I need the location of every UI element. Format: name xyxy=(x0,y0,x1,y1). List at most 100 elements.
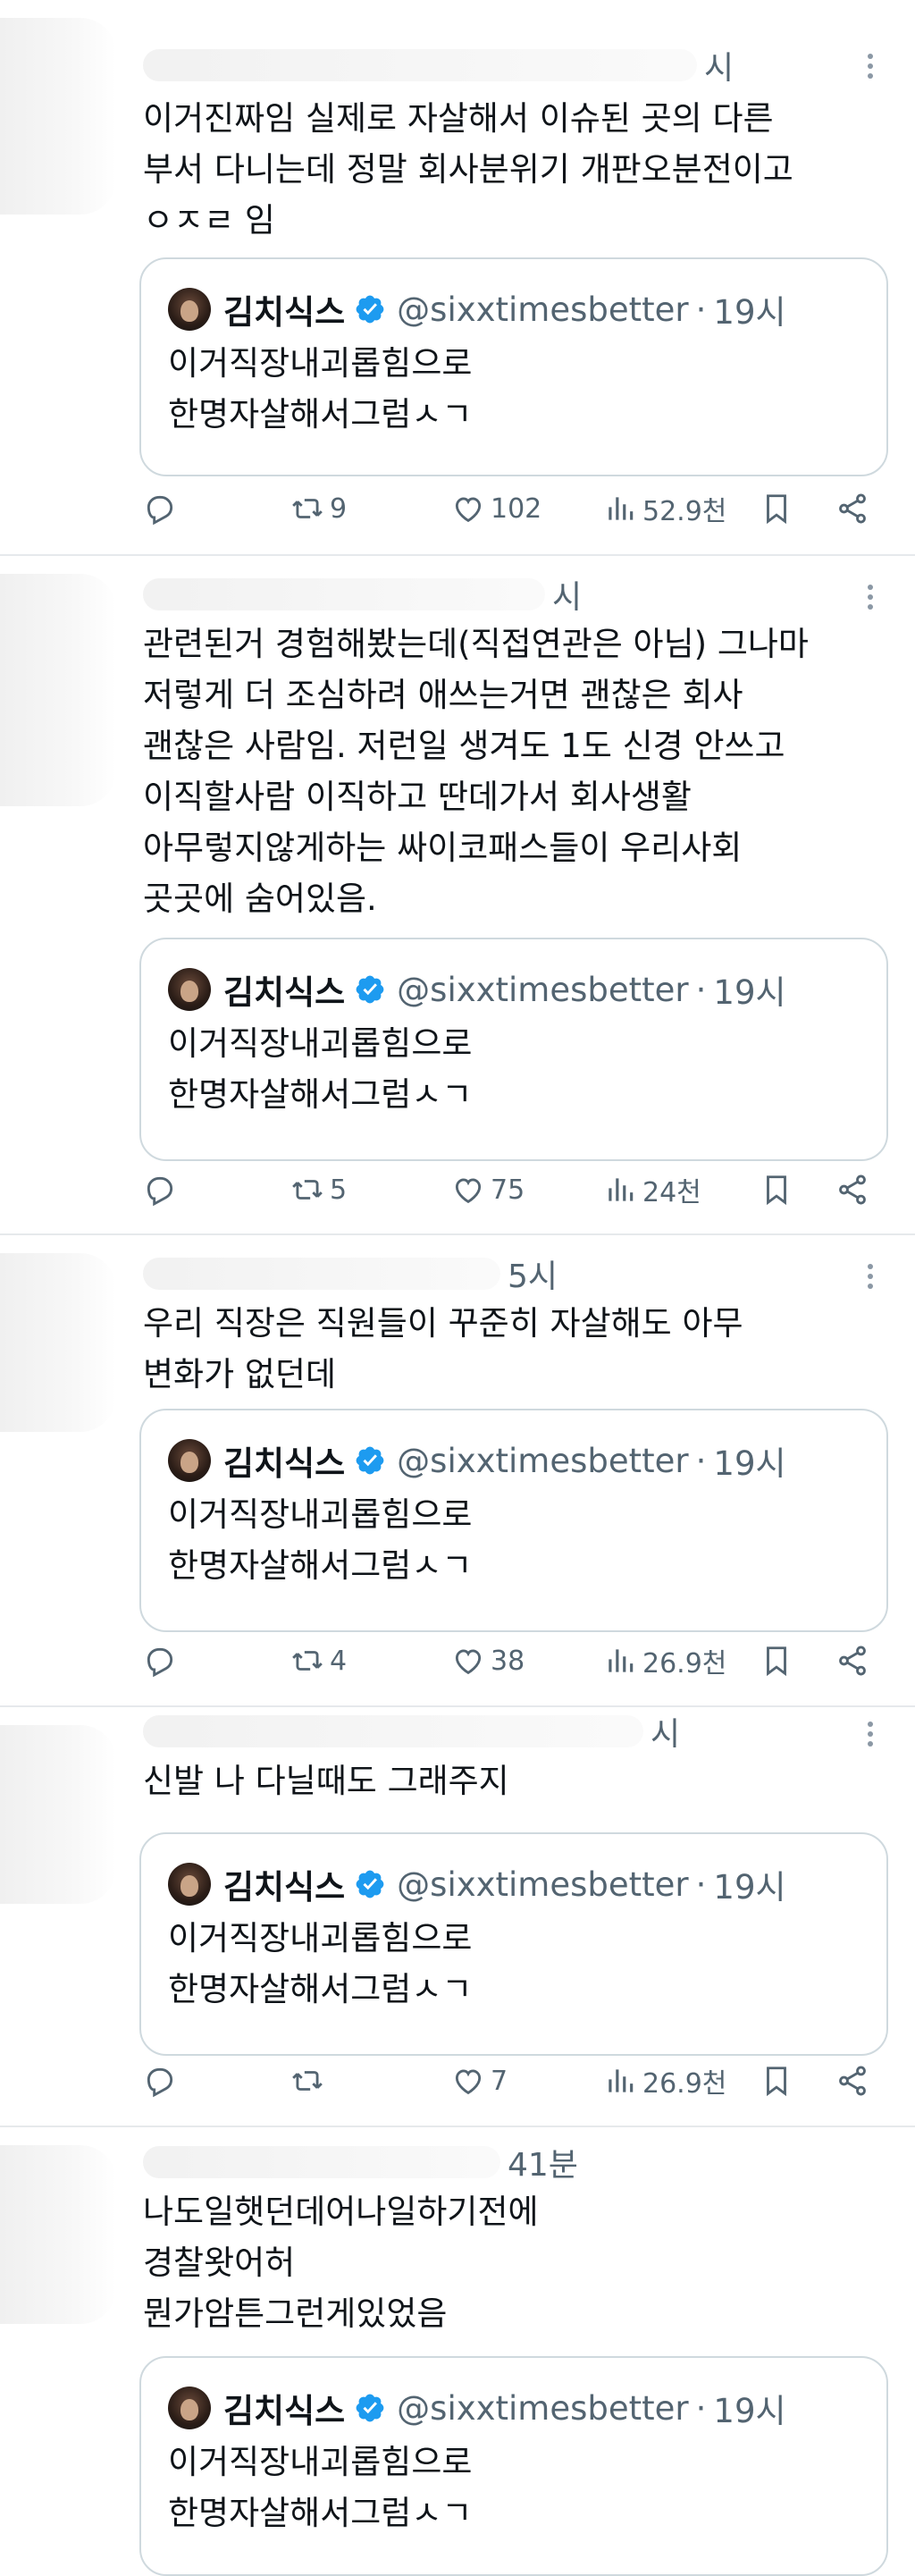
view-count: 24천 xyxy=(642,1177,701,1208)
quoted-header: 김치식스 @sixxtimesbetter · 19시 xyxy=(168,1437,786,1484)
like-button[interactable]: 38 xyxy=(451,1637,525,1684)
like-button[interactable]: 75 xyxy=(451,1166,525,1213)
quoted-text: 이거직장내괴롭힘으로 한명자살해서그럼ㅅㄱ xyxy=(168,1919,473,2008)
verified-badge-icon xyxy=(356,2394,384,2422)
separator-dot: · xyxy=(695,2388,707,2428)
tweet-text: 나도일햇던데어나일하기전에 경찰왓어허 뭔가암튼그런게있었음 xyxy=(143,2193,539,2333)
verified-badge-icon xyxy=(356,295,384,324)
quoted-tweet[interactable]: 김치식스 @sixxtimesbetter · 19시 이거직장내괴롭힘으로 한… xyxy=(139,1409,888,1632)
avatar[interactable] xyxy=(0,2145,116,2324)
retweet-button[interactable]: 9 xyxy=(290,485,347,532)
share-button[interactable] xyxy=(835,485,875,532)
action-bar: 5 75 24천 xyxy=(143,1166,876,1213)
reply-tweet[interactable]: 시 관련된거 경험해봤는데(직접연관은 아님) 그나마 저렇게 더 조심하려 애… xyxy=(0,554,915,1233)
reply-button[interactable] xyxy=(143,485,182,532)
action-bar: 4 38 26.9천 xyxy=(143,1637,876,1684)
quoted-tweet[interactable]: 김치식스 @sixxtimesbetter · 19시 이거직장내괴롭힘으로 한… xyxy=(139,257,888,476)
quoted-name: 김치식스 xyxy=(223,973,346,1012)
like-count: 75 xyxy=(491,1174,525,1206)
quoted-handle: @sixxtimesbetter xyxy=(397,1441,689,1480)
tweet-text: 신발 나 다닐때도 그래주지 xyxy=(143,1762,509,1800)
reply-feed: 시 이거진짜임 실제로 자살해서 이슈된 곳의 다른 부서 다니는데 정말 회사… xyxy=(0,0,915,2576)
quoted-name: 김치식스 xyxy=(223,1868,346,1907)
quoted-tweet[interactable]: 김치식스 @sixxtimesbetter · 19시 이거직장내괴롭힘으로 한… xyxy=(139,2356,888,2576)
more-dots-icon[interactable] xyxy=(852,579,888,615)
quoted-time: 19시 xyxy=(713,293,786,332)
retweet-icon xyxy=(292,2071,323,2091)
quoted-header: 김치식스 @sixxtimesbetter · 19시 xyxy=(168,286,786,333)
bookmark-button[interactable] xyxy=(760,2058,799,2104)
bookmark-icon xyxy=(767,2067,786,2097)
reply-tweet[interactable]: 시 이거진짜임 실제로 자살해서 이슈된 곳의 다른 부서 다니는데 정말 회사… xyxy=(0,0,915,554)
reply-tweet[interactable]: 5시 우리 직장은 직원들이 꾸준히 자살해도 아무 변화가 없던데 김치식스 … xyxy=(0,1233,915,1705)
share-button[interactable] xyxy=(835,1166,875,1213)
reply-button[interactable] xyxy=(143,1637,182,1684)
tweet-header: 시 xyxy=(143,43,734,88)
reply-tweet[interactable]: 41분 나도일햇던데어나일하기전에 경찰왓어허 뭔가암튼그런게있었음 김치식스 … xyxy=(0,2126,915,2576)
avatar[interactable] xyxy=(0,18,116,215)
bookmark-icon xyxy=(767,1175,786,1206)
more-dots-icon[interactable] xyxy=(852,48,888,84)
quoted-tweet[interactable]: 김치식스 @sixxtimesbetter · 19시 이거직장내괴롭힘으로 한… xyxy=(139,1832,888,2056)
quoted-avatar xyxy=(168,1439,211,1482)
retweet-icon xyxy=(292,1651,323,1671)
separator-dot: · xyxy=(695,1865,707,1904)
bookmark-icon xyxy=(767,1646,786,1677)
redacted-username xyxy=(143,1715,643,1747)
quoted-time: 19시 xyxy=(713,1868,786,1907)
more-dots-icon[interactable] xyxy=(852,1259,888,1294)
separator-dot: · xyxy=(695,1441,707,1480)
quoted-text: 이거직장내괴롭힘으로 한명자살해서그럼ㅅㄱ xyxy=(168,1495,473,1585)
bookmark-button[interactable] xyxy=(760,485,799,532)
views-button[interactable]: 52.9천 xyxy=(603,485,726,532)
heart-icon xyxy=(455,497,482,523)
reply-button[interactable] xyxy=(143,2058,182,2104)
like-button[interactable]: 7 xyxy=(451,2058,508,2104)
quoted-tweet[interactable]: 김치식스 @sixxtimesbetter · 19시 이거직장내괴롭힘으로 한… xyxy=(139,938,888,1161)
views-icon xyxy=(609,1649,634,1672)
more-dots-icon[interactable] xyxy=(852,1716,888,1752)
share-button[interactable] xyxy=(835,1637,875,1684)
views-button[interactable]: 24천 xyxy=(603,1166,701,1213)
reply-button[interactable] xyxy=(143,1166,182,1213)
quoted-name: 김치식스 xyxy=(223,1444,346,1483)
views-icon xyxy=(609,497,634,520)
retweet-button[interactable]: 5 xyxy=(290,1166,347,1213)
retweet-count: 5 xyxy=(330,1174,348,1206)
retweet-icon xyxy=(292,1180,323,1200)
redacted-username xyxy=(143,1258,500,1290)
avatar[interactable] xyxy=(0,1725,116,1904)
retweet-button[interactable]: 4 xyxy=(290,1637,347,1684)
reply-tweet[interactable]: 시 신발 나 다닐때도 그래주지 김치식스 @sixxtimesbetter ·… xyxy=(0,1705,915,2126)
verified-badge-icon xyxy=(356,1870,384,1898)
share-icon xyxy=(839,1174,866,1205)
redacted-username xyxy=(143,49,697,81)
like-button[interactable]: 102 xyxy=(451,485,541,532)
avatar[interactable] xyxy=(0,574,116,806)
view-count: 52.9천 xyxy=(642,496,727,527)
action-bar: 9 102 52.9천 xyxy=(143,485,876,532)
like-count: 38 xyxy=(491,1645,525,1677)
avatar[interactable] xyxy=(0,1253,116,1432)
bookmark-button[interactable] xyxy=(760,1166,799,1213)
tweet-text: 이거진짜임 실제로 자살해서 이슈된 곳의 다른 부서 다니는데 정말 회사분위… xyxy=(143,99,793,240)
retweet-button[interactable] xyxy=(290,2058,330,2104)
quoted-handle: @sixxtimesbetter xyxy=(397,2388,689,2428)
view-count: 26.9천 xyxy=(642,2068,727,2100)
reply-icon xyxy=(147,2067,173,2098)
bookmark-icon xyxy=(767,494,786,525)
share-button[interactable] xyxy=(835,2058,875,2104)
heart-icon xyxy=(455,1649,482,1675)
bookmark-button[interactable] xyxy=(760,1637,799,1684)
verified-badge-icon xyxy=(356,1446,384,1475)
views-button[interactable]: 26.9천 xyxy=(603,1637,726,1684)
heart-icon xyxy=(455,1178,482,1204)
quoted-avatar xyxy=(168,2387,211,2429)
quoted-text: 이거직장내괴롭힘으로 한명자살해서그럼ㅅㄱ xyxy=(168,1024,473,1114)
views-button[interactable]: 26.9천 xyxy=(603,2058,726,2104)
retweet-count: 9 xyxy=(330,492,348,525)
views-icon xyxy=(609,1178,634,1201)
tweet-header: 시 xyxy=(143,1709,680,1754)
like-count: 102 xyxy=(491,492,542,525)
views-icon xyxy=(609,2069,634,2092)
